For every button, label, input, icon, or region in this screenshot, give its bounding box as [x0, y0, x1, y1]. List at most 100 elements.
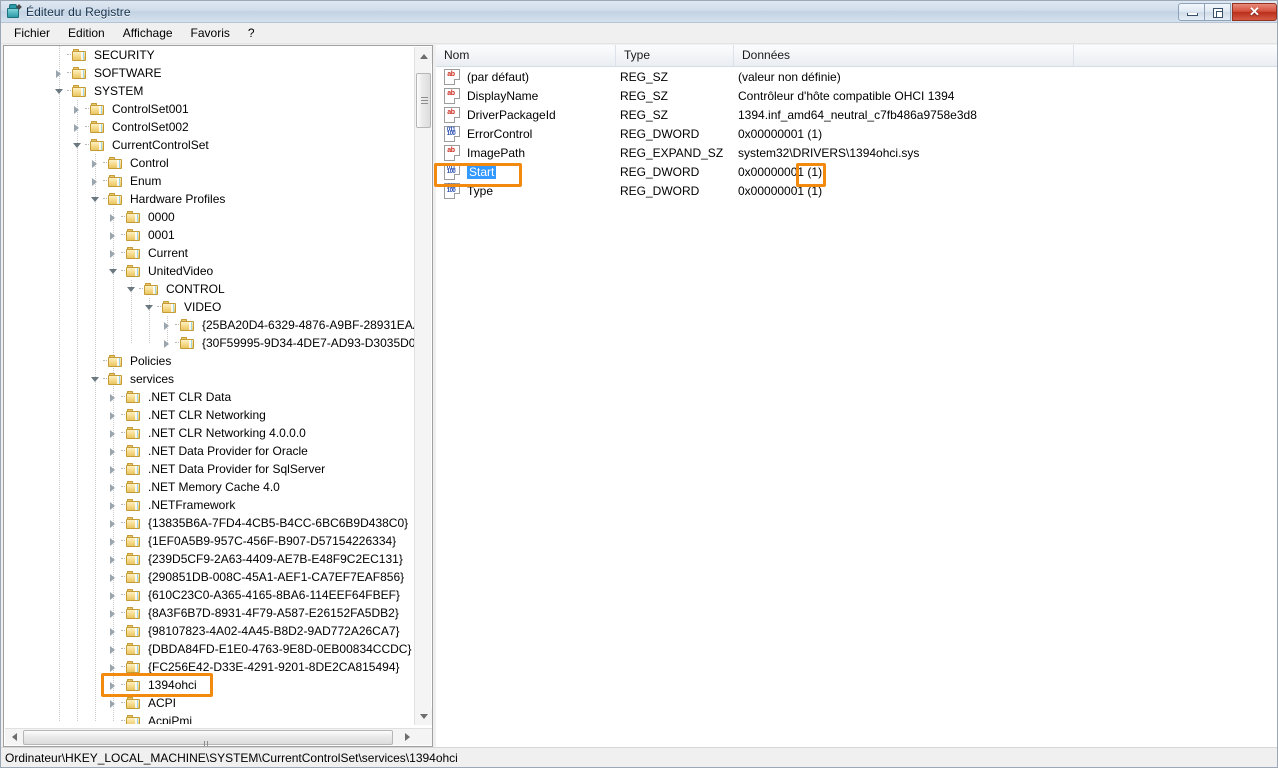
tree-item-control[interactable]: CONTROL: [4, 280, 416, 298]
tree-expand-arrow-icon[interactable]: [106, 406, 121, 424]
tree-expand-arrow-icon[interactable]: [106, 676, 121, 694]
tree-expand-arrow-icon[interactable]: [106, 208, 121, 226]
scroll-down-arrow-icon[interactable]: [415, 708, 432, 725]
tree-item-1394ohci[interactable]: 1394ohci: [4, 676, 416, 694]
value-row[interactable]: ab (par défaut) REG_SZ (valeur non définie): [436, 67, 1277, 86]
value-row[interactable]: 011 100 ErrorControl REG_DWORD 0x00000001 (1…: [436, 124, 1277, 143]
value-row[interactable]: 011 100 Type REG_DWORD 0x00000001 (1): [436, 181, 1277, 200]
tree-item-video[interactable]: VIDEO: [4, 298, 416, 316]
tree-expand-arrow-icon[interactable]: [106, 496, 121, 514]
column-header-name[interactable]: Nom: [436, 45, 616, 66]
scroll-left-arrow-icon[interactable]: [5, 729, 22, 746]
tree-item-dbda84fd-e1e0-4763-9e8d-0eb00834ccdc[interactable]: {DBDA84FD-E1E0-4763-9E8D-0EB00834CCDC}: [4, 640, 416, 658]
tree-item-0000[interactable]: 0000: [4, 208, 416, 226]
tree-item-net-clr-networking[interactable]: .NET CLR Networking: [4, 406, 416, 424]
column-header-data[interactable]: Données: [734, 45, 1074, 66]
scroll-right-arrow-icon[interactable]: [399, 729, 416, 746]
tree-item-hardware-profiles[interactable]: Hardware Profiles: [4, 190, 416, 208]
tree-item-controlset002[interactable]: ControlSet002: [4, 118, 416, 136]
tree-collapse-arrow-icon[interactable]: [142, 298, 157, 316]
scroll-up-arrow-icon[interactable]: [415, 47, 432, 64]
tree-expand-arrow-icon[interactable]: [160, 334, 175, 352]
tree-expand-arrow-icon[interactable]: [106, 622, 121, 640]
value-row[interactable]: ab DriverPackageId REG_SZ 1394.inf_amd64_ne…: [436, 105, 1277, 124]
tree-item-25ba20d4-6329-4876-a9bf-28931eaa15[interactable]: {25BA20D4-6329-4876-A9BF-28931EAA15: [4, 316, 416, 334]
tree-expand-arrow-icon[interactable]: [106, 442, 121, 460]
tree-expand-arrow-icon[interactable]: [106, 550, 121, 568]
tree-expand-arrow-icon[interactable]: [106, 244, 121, 262]
tree-item-policies[interactable]: Policies: [4, 352, 416, 370]
tree-item-0001[interactable]: 0001: [4, 226, 416, 244]
tree-item-security[interactable]: SECURITY: [4, 46, 416, 64]
minimize-button[interactable]: [1178, 3, 1205, 21]
tree-collapse-arrow-icon[interactable]: [106, 262, 121, 280]
tree-expand-arrow-icon[interactable]: [70, 100, 85, 118]
tree-item-net-clr-data[interactable]: .NET CLR Data: [4, 388, 416, 406]
tree-horizontal-scrollbar[interactable]: [5, 728, 432, 746]
tree-item-services[interactable]: services: [4, 370, 416, 388]
tree-expand-arrow-icon[interactable]: [52, 64, 67, 82]
tree-item-acpi[interactable]: ACPI: [4, 694, 416, 712]
tree-collapse-arrow-icon[interactable]: [124, 280, 139, 298]
tree-item-software[interactable]: SOFTWARE: [4, 64, 416, 82]
tree-expand-arrow-icon[interactable]: [106, 424, 121, 442]
tree-item-net-clr-networking-4-0-0-0[interactable]: .NET CLR Networking 4.0.0.0: [4, 424, 416, 442]
tree-expand-arrow-icon[interactable]: [106, 658, 121, 676]
value-row[interactable]: 011 100 Start REG_DWORD 0x00000001 (1): [436, 162, 1277, 181]
tree-item-239d5cf9-2a63-4409-ae7b-e48f9c2ec131[interactable]: {239D5CF9-2A63-4409-AE7B-E48F9C2EC131}: [4, 550, 416, 568]
tree-vertical-scroll-thumb[interactable]: [416, 73, 431, 128]
column-header-type[interactable]: Type: [616, 45, 734, 66]
tree-collapse-arrow-icon[interactable]: [52, 82, 67, 100]
tree-item-30f59995-9d34-4de7-ad93-d3035d0519[interactable]: {30F59995-9D34-4DE7-AD93-D3035D0519: [4, 334, 416, 352]
tree-expand-arrow-icon[interactable]: [160, 316, 175, 334]
tree-item-netframework[interactable]: .NETFramework: [4, 496, 416, 514]
tree-item-98107823-4a02-4a45-b8d2-9ad772a26ca7[interactable]: {98107823-4A02-4A45-B8D2-9AD772A26CA7}: [4, 622, 416, 640]
menu-aide[interactable]: ?: [239, 24, 264, 42]
tree-item-control[interactable]: Control: [4, 154, 416, 172]
tree-expand-arrow-icon[interactable]: [70, 118, 85, 136]
value-row[interactable]: ab DisplayName REG_SZ Contrôleur d'hôte com…: [436, 86, 1277, 105]
tree-item-fc256e42-d33e-4291-9201-8de2ca815494[interactable]: {FC256E42-D33E-4291-9201-8DE2CA815494}: [4, 658, 416, 676]
tree-item-net-memory-cache-4-0[interactable]: .NET Memory Cache 4.0: [4, 478, 416, 496]
tree-item-1ef0a5b9-957c-456f-b907-d57154226334[interactable]: {1EF0A5B9-957C-456F-B907-D57154226334}: [4, 532, 416, 550]
title-bar[interactable]: Éditeur du Registre ✕: [1, 1, 1277, 23]
tree-expand-arrow-icon[interactable]: [106, 586, 121, 604]
tree-item-controlset001[interactable]: ControlSet001: [4, 100, 416, 118]
menu-favoris[interactable]: Favoris: [182, 24, 239, 42]
menu-fichier[interactable]: Fichier: [5, 24, 59, 42]
tree-expand-arrow-icon[interactable]: [88, 154, 103, 172]
tree-item-current[interactable]: Current: [4, 244, 416, 262]
value-row[interactable]: ab ImagePath REG_EXPAND_SZ system32\DRIVERS…: [436, 143, 1277, 162]
close-button[interactable]: ✕: [1232, 3, 1277, 21]
tree-item-system[interactable]: SYSTEM: [4, 82, 416, 100]
tree-expand-arrow-icon[interactable]: [106, 226, 121, 244]
registry-tree[interactable]: SECURITY SOFTWARE SYSTEM ControlSet001 Contr…: [4, 46, 416, 724]
tree-horizontal-scroll-thumb[interactable]: [23, 730, 393, 746]
tree-collapse-arrow-icon[interactable]: [70, 136, 85, 154]
tree-item-610c23c0-a365-4165-8ba6-114eef64fbef[interactable]: {610C23C0-A365-4165-8BA6-114EEF64FBEF}: [4, 586, 416, 604]
tree-expand-arrow-icon[interactable]: [106, 568, 121, 586]
tree-expand-arrow-icon[interactable]: [106, 514, 121, 532]
tree-expand-arrow-icon[interactable]: [88, 172, 103, 190]
tree-item-13835b6a-7fd4-4cb5-b4cc-6bc6b9d438c0[interactable]: {13835B6A-7FD4-4CB5-B4CC-6BC6B9D438C0}: [4, 514, 416, 532]
menu-affichage[interactable]: Affichage: [114, 24, 182, 42]
tree-item-unitedvideo[interactable]: UnitedVideo: [4, 262, 416, 280]
values-list[interactable]: ab (par défaut) REG_SZ (valeur non définie)…: [436, 67, 1277, 200]
tree-collapse-arrow-icon[interactable]: [88, 190, 103, 208]
tree-collapse-arrow-icon[interactable]: [88, 370, 103, 388]
tree-item-290851db-008c-45a1-aef1-ca7ef7eaf856[interactable]: {290851DB-008C-45A1-AEF1-CA7EF7EAF856}: [4, 568, 416, 586]
tree-expand-arrow-icon[interactable]: [106, 640, 121, 658]
column-header-blank[interactable]: [1074, 45, 1277, 66]
tree-item-net-data-provider-for-sqlserver[interactable]: .NET Data Provider for SqlServer: [4, 460, 416, 478]
tree-expand-arrow-icon[interactable]: [106, 460, 121, 478]
tree-expand-arrow-icon[interactable]: [106, 532, 121, 550]
tree-item-enum[interactable]: Enum: [4, 172, 416, 190]
tree-vertical-scrollbar[interactable]: [414, 47, 432, 725]
menu-edition[interactable]: Edition: [59, 24, 114, 42]
tree-expand-arrow-icon[interactable]: [106, 604, 121, 622]
tree-expand-arrow-icon[interactable]: [106, 694, 121, 712]
maximize-button[interactable]: [1204, 3, 1231, 21]
tree-item-8a3f6b7d-8931-4f79-a587-e26152fa5db2[interactable]: {8A3F6B7D-8931-4F79-A587-E26152FA5DB2}: [4, 604, 416, 622]
tree-expand-arrow-icon[interactable]: [106, 478, 121, 496]
tree-item-net-data-provider-for-oracle[interactable]: .NET Data Provider for Oracle: [4, 442, 416, 460]
